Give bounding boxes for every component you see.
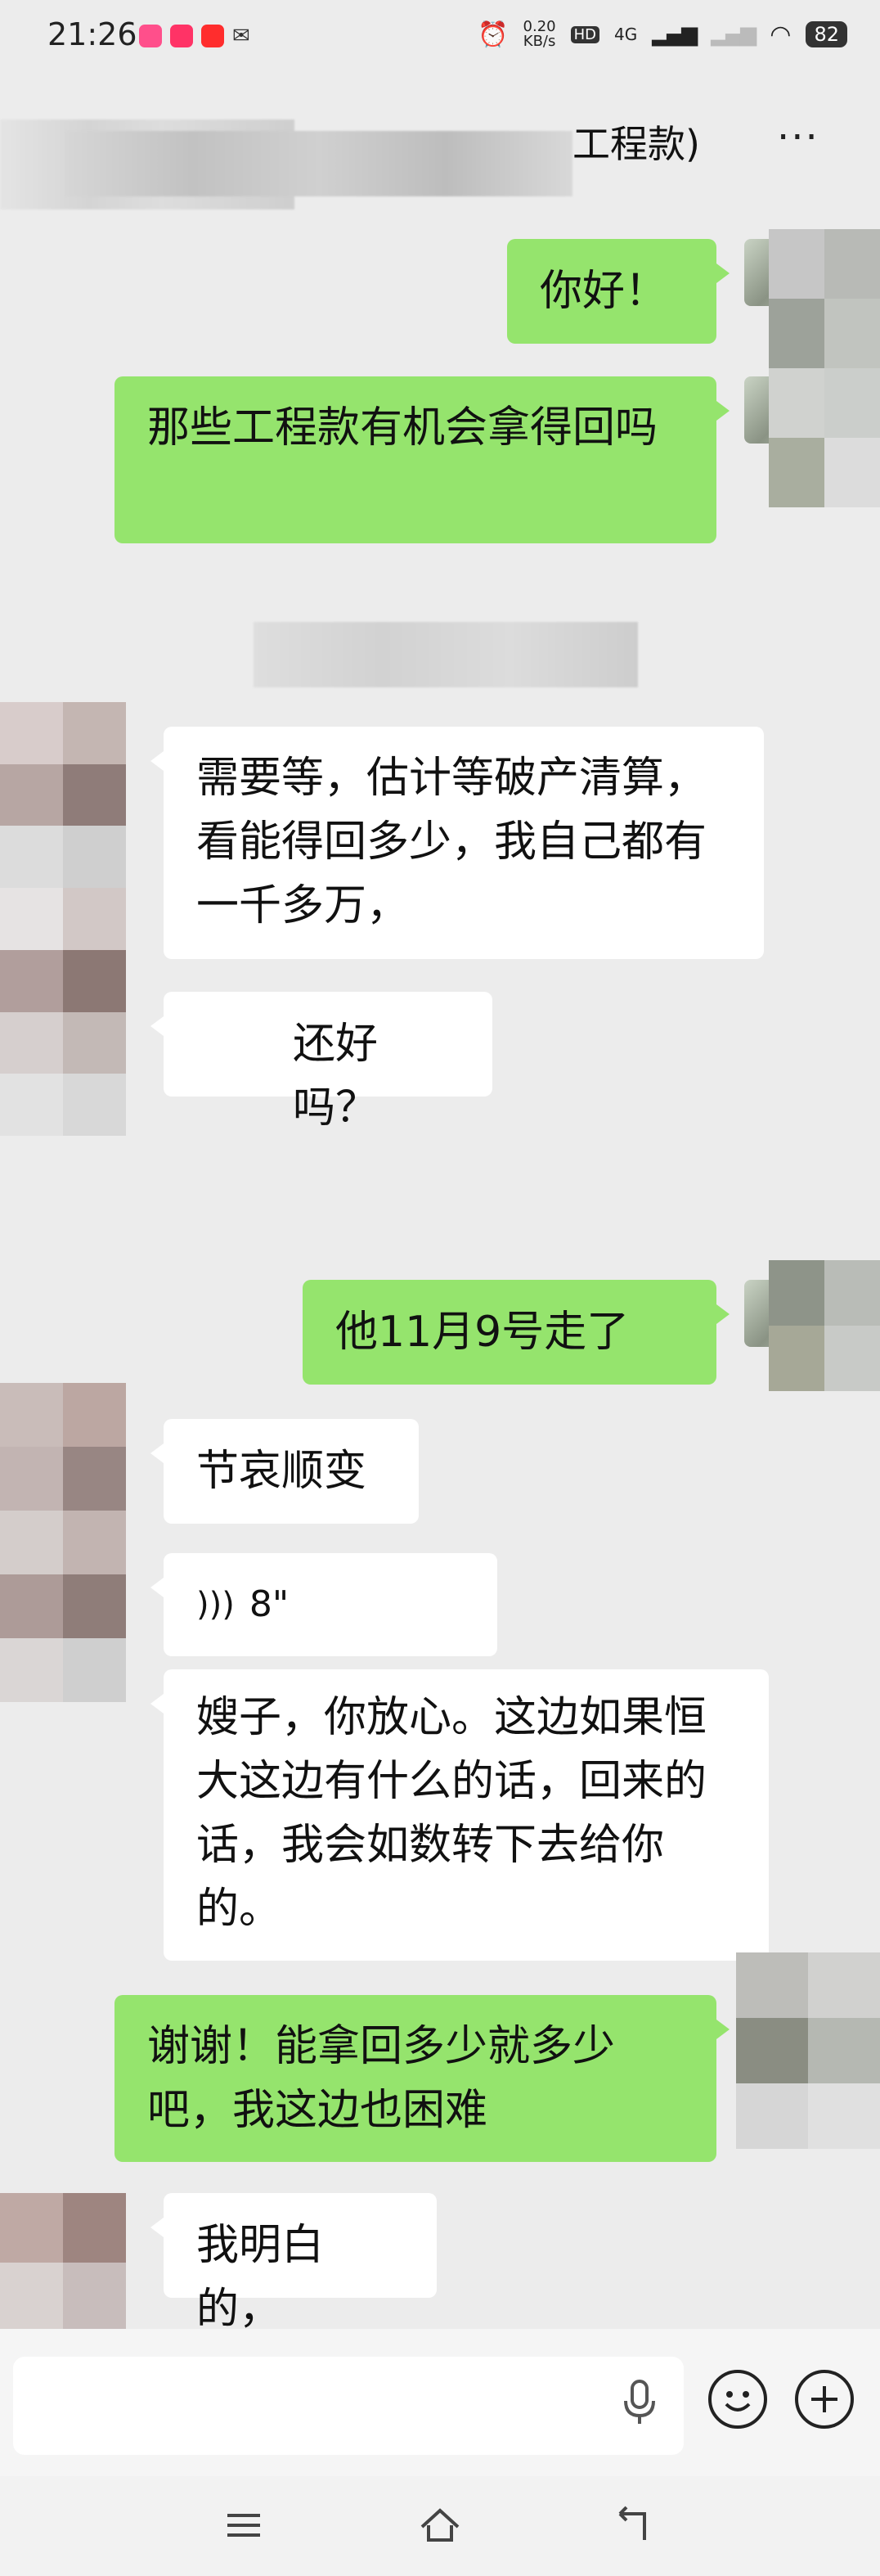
message-input[interactable] xyxy=(13,2357,684,2455)
network-type: 4G xyxy=(614,25,638,44)
chat-title: 工程款) xyxy=(572,122,700,166)
wifi-icon: ◠ xyxy=(770,20,792,49)
status-bar: 21:26 ✉ ⏰ 0.20 KB/s HD 4G ▂▄▆ ▂▄▆ ◠ 82 xyxy=(0,0,880,79)
pixelated-avatar xyxy=(769,1260,880,1391)
app-notification-icon xyxy=(139,25,162,47)
status-time: 21:26 xyxy=(47,16,137,52)
alarm-icon: ⏰ xyxy=(478,20,509,49)
home-icon[interactable] xyxy=(415,2501,465,2550)
blurred-contact-name xyxy=(65,131,572,196)
message-bubble-me[interactable]: 你好！ xyxy=(507,239,730,344)
pixelated-avatar xyxy=(736,1952,880,2149)
message-bubble-them[interactable]: 我明白的， xyxy=(150,2193,437,2334)
message-bubble-them[interactable]: 嫂子，你放心。这边如果恒大这边有什么的话，回来的话，我会如数转下去给你的。 xyxy=(150,1669,769,1961)
menu-icon[interactable] xyxy=(219,2501,268,2550)
signal-icon: ▂▄▆ xyxy=(652,22,698,47)
input-bar xyxy=(0,2329,880,2476)
app-notification-icon xyxy=(170,25,193,47)
pixelated-avatar xyxy=(0,702,126,1136)
voice-message-bubble[interactable]: ))) 8" xyxy=(150,1553,497,1656)
message-bubble-them[interactable]: 还好吗？ xyxy=(150,992,492,1133)
app-notification-icon xyxy=(201,25,224,47)
notification-icons: ✉ xyxy=(139,25,255,47)
battery-level: 82 xyxy=(806,21,847,47)
message-bubble-me[interactable]: 谢谢！能拿回多少就多少吧，我这边也困难 xyxy=(114,1995,730,2162)
pixelated-avatar xyxy=(0,1383,126,1702)
chat-header xyxy=(0,79,880,209)
more-options-button[interactable]: ··· xyxy=(777,115,819,160)
hd-icon: HD xyxy=(570,25,600,43)
microphone-icon[interactable] xyxy=(622,2378,658,2427)
signal-icon-2: ▂▄▆ xyxy=(711,22,757,47)
wechat-icon: ✉ xyxy=(232,24,250,48)
emoji-button[interactable] xyxy=(708,2370,767,2429)
message-bubble-them[interactable]: 节哀顺变 xyxy=(150,1419,419,1524)
network-speed: 0.20 KB/s xyxy=(523,18,556,50)
pixelated-avatar xyxy=(769,229,880,507)
emoji-icon xyxy=(725,2391,751,2412)
voice-wave-icon: ))) xyxy=(196,1586,235,1624)
message-bubble-me[interactable]: 他11月9号走了 xyxy=(303,1280,730,1385)
plus-button[interactable] xyxy=(795,2370,854,2429)
blurred-timestamp xyxy=(254,622,638,687)
back-icon[interactable] xyxy=(608,2501,658,2550)
system-nav-bar xyxy=(0,2476,880,2576)
plus-icon xyxy=(811,2386,837,2412)
message-bubble-them[interactable]: 需要等，估计等破产清算，看能得回多少，我自己都有一千多万， xyxy=(150,727,764,959)
message-bubble-me[interactable]: 那些工程款有机会拿得回吗 xyxy=(114,376,730,543)
